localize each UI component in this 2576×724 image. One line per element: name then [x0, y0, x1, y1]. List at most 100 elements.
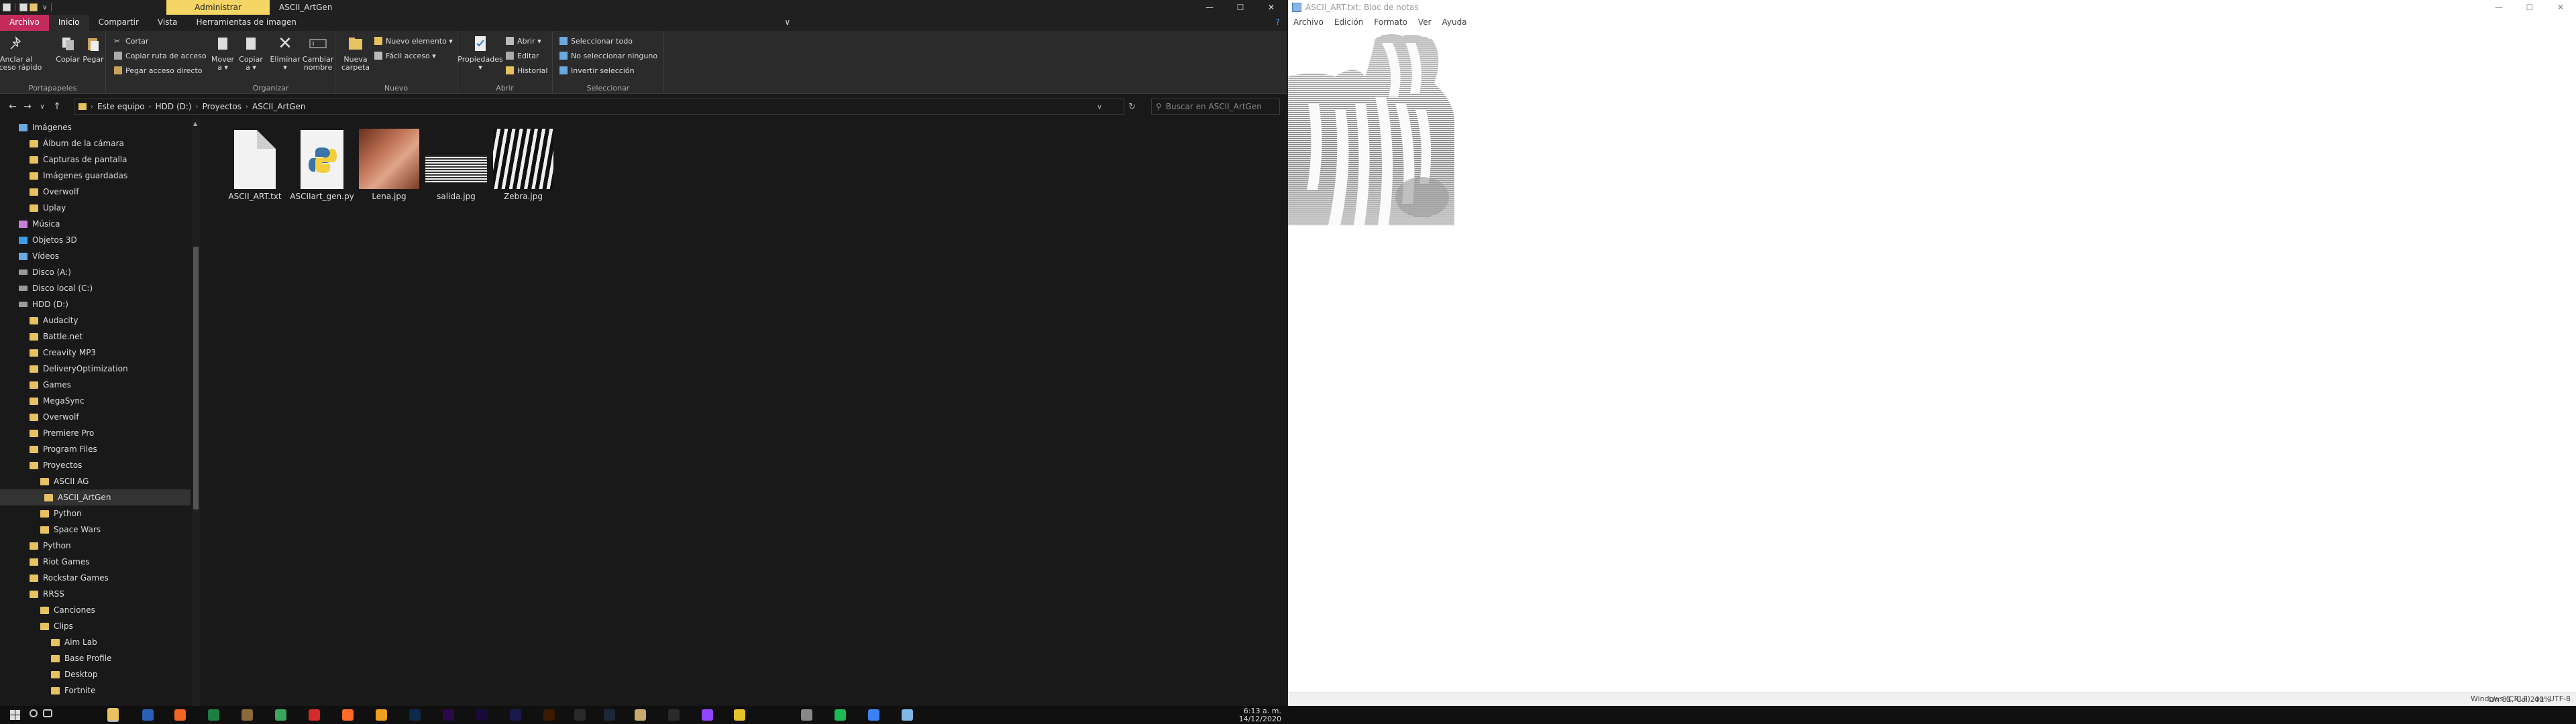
maximize-button[interactable]: ☐ — [1225, 0, 1256, 15]
word-icon[interactable] — [142, 709, 154, 721]
nav-item[interactable]: Proyectos — [30, 457, 82, 473]
after-effects-icon[interactable] — [476, 709, 488, 721]
menu-formato[interactable]: Formato — [1368, 17, 1413, 27]
close-button[interactable]: ✕ — [1256, 0, 1287, 15]
nav-item[interactable]: HDD (D:) — [19, 296, 68, 312]
address-dropdown-icon[interactable]: ∨ — [1097, 103, 1102, 111]
open-button[interactable]: Abrir ▾ — [506, 35, 541, 47]
nav-item[interactable]: Creavity MP3 — [30, 345, 96, 361]
breadcrumb-este-equipo[interactable]: Este equipo — [93, 102, 149, 111]
navigation-scroll-thumb[interactable] — [193, 247, 199, 509]
file-item[interactable]: salida.jpg — [423, 127, 490, 210]
move-to-button[interactable]: Mover a ▾ — [211, 34, 235, 72]
search-icon[interactable] — [30, 709, 38, 717]
tab-vista[interactable]: Vista — [148, 15, 187, 31]
copy-path-button[interactable]: Copiar ruta de acceso — [114, 50, 207, 62]
overwolf-icon[interactable] — [734, 709, 745, 721]
nav-item[interactable]: Capturas de pantalla — [30, 152, 127, 168]
forward-arrow-icon[interactable]: → — [20, 101, 35, 112]
nav-item[interactable]: Álbum de la cámara — [30, 135, 124, 152]
notepad-minimize-button[interactable]: — — [2483, 3, 2514, 12]
nav-item[interactable]: Games — [30, 377, 71, 393]
spotify-icon[interactable] — [835, 709, 846, 721]
scroll-up-arrow-icon[interactable]: ▲ — [193, 121, 197, 127]
new-item-button[interactable]: Nuevo elemento ▾ — [374, 35, 453, 47]
nav-item[interactable]: Overwolf — [30, 409, 79, 425]
task-view-icon[interactable] — [43, 709, 52, 717]
nav-item[interactable]: Música — [19, 216, 60, 232]
excel-icon[interactable] — [208, 709, 219, 721]
premiere-icon[interactable] — [443, 709, 454, 721]
nav-item[interactable]: ASCII AG — [40, 473, 89, 489]
help-icon[interactable]: ? — [1269, 15, 1287, 31]
ubisoft-icon[interactable] — [668, 709, 680, 721]
back-arrow-icon[interactable]: ← — [5, 101, 20, 112]
edit-button[interactable]: Editar — [506, 50, 539, 62]
notepad-maximize-button[interactable]: ☐ — [2514, 3, 2545, 12]
nav-item[interactable]: Program Files — [30, 441, 97, 457]
breadcrumb-ascii-artgen[interactable]: ASCII_ArtGen — [248, 102, 309, 111]
nav-item[interactable]: ASCII_ArtGen — [0, 489, 191, 505]
nav-item[interactable]: DeliveryOptimization — [30, 361, 128, 377]
nav-item[interactable]: Imágenes guardadas — [30, 168, 127, 184]
nav-item[interactable]: MegaSync — [30, 393, 85, 409]
adobe-media-encoder-icon[interactable] — [510, 709, 521, 721]
nav-item[interactable]: Disco local (C:) — [19, 280, 93, 296]
notepad-icon[interactable] — [902, 709, 913, 721]
file-item[interactable]: Zebra.jpg — [490, 127, 557, 210]
notepad-text-area[interactable] — [1288, 29, 2576, 692]
nav-item[interactable]: Base Profile — [51, 650, 111, 666]
file-item[interactable]: ASCIIart_gen.py — [288, 127, 356, 210]
nav-item[interactable]: Rockstar Games — [30, 570, 109, 586]
invert-selection-button[interactable]: Invertir selección — [559, 64, 635, 76]
tab-compartir[interactable]: Compartir — [89, 15, 148, 31]
nav-item[interactable]: Clips — [40, 618, 73, 634]
nav-item[interactable]: Riot Games — [30, 554, 90, 570]
nav-item[interactable]: Battle.net — [30, 328, 83, 345]
nav-item[interactable]: RRSS — [30, 586, 64, 602]
nav-item[interactable]: Aim Lab — [51, 634, 97, 650]
ribbon-collapse-icon[interactable]: ∨ — [777, 15, 797, 31]
notepad-close-button[interactable]: ✕ — [2545, 3, 2576, 12]
file-item[interactable]: ASCII_ART.txt — [221, 127, 288, 210]
paste-shortcut-button[interactable]: Pegar acceso directo — [114, 64, 203, 76]
pin-quick-access-button[interactable]: Anclar al acceso rápido — [0, 34, 42, 72]
brave-icon[interactable] — [342, 709, 354, 721]
address-bar[interactable]: › Este equipo › HDD (D:) › Proyectos › A… — [74, 99, 1136, 115]
nav-item[interactable]: Desktop — [51, 666, 98, 682]
tab-archivo[interactable]: Archivo — [0, 15, 49, 31]
paste-button[interactable]: Pegar — [83, 34, 104, 64]
nav-item[interactable]: Audacity — [30, 312, 78, 328]
menu-ver[interactable]: Ver — [1413, 17, 1437, 27]
nav-item[interactable]: Python — [30, 538, 71, 554]
easy-access-button[interactable]: Fácil acceso ▾ — [374, 50, 436, 62]
tab-herramientas-imagen[interactable]: Herramientas de imagen — [187, 15, 306, 31]
league-icon[interactable] — [635, 709, 646, 721]
photoshop-icon[interactable] — [409, 709, 421, 721]
cut-button[interactable]: ✂ Cortar — [114, 35, 149, 47]
nav-item[interactable]: Disco (A:) — [19, 264, 71, 280]
nav-item[interactable]: Python — [40, 505, 82, 522]
new-folder-button[interactable]: Nueva carpeta — [341, 34, 370, 72]
context-tab-administrar[interactable]: Administrar — [166, 0, 270, 15]
nav-item[interactable]: Objetos 3D — [19, 232, 77, 248]
history-button[interactable]: Historial — [506, 64, 547, 76]
audacity-icon[interactable] — [376, 709, 387, 721]
nav-item[interactable]: Overwolf — [30, 184, 79, 200]
file-item[interactable]: Lena.jpg — [356, 127, 423, 210]
new-folder-qat-icon[interactable] — [30, 3, 38, 11]
refresh-icon[interactable]: ↻ — [1128, 102, 1136, 112]
facebook-icon[interactable] — [868, 709, 879, 721]
copy-button[interactable]: Copiar — [56, 34, 80, 64]
nav-item[interactable]: Imágenes — [19, 119, 72, 135]
nav-item[interactable]: Vídeos — [19, 248, 59, 264]
qat-dropdown-icon[interactable]: ∨ — [42, 4, 47, 11]
windows-start-icon[interactable] — [9, 709, 21, 721]
illustrator-icon[interactable] — [543, 709, 555, 721]
up-arrow-icon[interactable]: ↑ — [50, 101, 64, 112]
properties-button[interactable]: Propiedades ▾ — [458, 34, 503, 72]
menu-archivo[interactable]: Archivo — [1288, 17, 1329, 27]
file-explorer-icon[interactable] — [107, 708, 119, 722]
nav-item[interactable]: Canciones — [40, 602, 95, 618]
chrome-icon[interactable] — [275, 709, 286, 721]
